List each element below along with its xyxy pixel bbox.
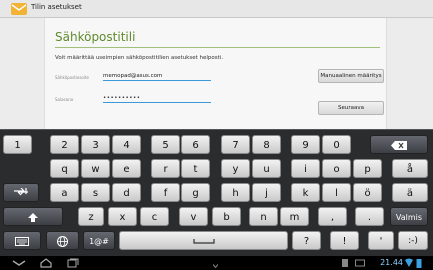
key-period[interactable]: .: [355, 207, 384, 226]
clock-time: 21.44: [380, 258, 403, 267]
backspace-key[interactable]: [370, 135, 428, 154]
password-field[interactable]: ••••••••••: [103, 93, 211, 103]
keyboard-status-icon: [355, 259, 365, 267]
action-bar: Tilin asetukset: [0, 0, 433, 18]
key-c[interactable]: c: [140, 207, 169, 226]
globe-icon: [57, 235, 68, 247]
recent-apps-icon[interactable]: [67, 258, 79, 268]
key-d[interactable]: d: [112, 183, 141, 202]
key-q[interactable]: q: [50, 159, 79, 178]
key-exclaim[interactable]: !: [330, 231, 359, 250]
key-7[interactable]: 7: [221, 135, 250, 154]
key-v[interactable]: v: [179, 207, 208, 226]
email-field[interactable]: memopad@asus.com: [103, 71, 211, 81]
keyboard-row-qwerty: q w e r t y u i o p å: [0, 159, 433, 179]
account-setup-panel: Sähköpostitili Voit määrittää useimpien …: [44, 18, 387, 129]
shift-key[interactable]: [3, 207, 63, 226]
smiley-key[interactable]: :-): [398, 231, 428, 250]
key-b[interactable]: b: [212, 207, 241, 226]
key-u[interactable]: u: [252, 159, 281, 178]
key-comma[interactable]: ,: [318, 207, 347, 226]
next-button[interactable]: Seuraava: [318, 101, 384, 115]
key-apostrophe[interactable]: ': [368, 231, 394, 250]
title-divider: [55, 47, 380, 48]
key-i[interactable]: i: [291, 159, 320, 178]
window-title: Tilin asetukset: [31, 3, 82, 11]
key-j[interactable]: j: [252, 183, 281, 202]
wifi-icon: [405, 258, 413, 267]
key-4[interactable]: 4: [112, 135, 141, 154]
key-1[interactable]: 1: [3, 135, 32, 154]
key-r[interactable]: r: [151, 159, 180, 178]
email-app-icon: [11, 3, 27, 15]
keyboard-row-numbers: 1 2 3 4 5 6 7 8 9 0: [0, 135, 433, 155]
key-a-ring[interactable]: å: [392, 159, 428, 178]
key-2[interactable]: 2: [50, 135, 79, 154]
key-9[interactable]: 9: [291, 135, 320, 154]
keyboard-row-zxcv: z x c v b n m , . Valmis: [0, 207, 433, 227]
tab-key[interactable]: [3, 183, 39, 202]
key-s[interactable]: s: [81, 183, 110, 202]
password-label: Salasana: [55, 97, 74, 102]
language-key[interactable]: [46, 231, 79, 250]
key-h[interactable]: h: [221, 183, 250, 202]
key-0[interactable]: 0: [322, 135, 351, 154]
battery-icon: [416, 259, 422, 268]
shift-arrow-icon: [28, 212, 38, 222]
key-x[interactable]: x: [108, 207, 137, 226]
done-key[interactable]: Valmis: [390, 207, 428, 226]
space-key[interactable]: [119, 231, 288, 250]
page-title: Sähköpostitili: [55, 30, 136, 44]
back-chevron-icon[interactable]: [12, 258, 26, 268]
setup-description: Voit määrittää useimpien sähköpostitilie…: [55, 55, 224, 61]
key-3[interactable]: 3: [81, 135, 110, 154]
key-p[interactable]: p: [353, 159, 382, 178]
key-6[interactable]: 6: [181, 135, 210, 154]
symbols-key[interactable]: 1@#: [83, 231, 115, 250]
key-l[interactable]: l: [322, 183, 351, 202]
key-f[interactable]: f: [151, 183, 180, 202]
key-5[interactable]: 5: [151, 135, 180, 154]
notification-icon: [342, 259, 348, 267]
key-n[interactable]: n: [249, 207, 278, 226]
keyboard-row-asdf: a s d f g h j k l ö ä: [0, 183, 433, 203]
keyboard-row-bottom: 1@# ? ! ' :-): [0, 231, 433, 251]
key-question[interactable]: ?: [292, 231, 321, 250]
email-label: Sähköpostiosoite: [55, 75, 90, 80]
key-t[interactable]: t: [181, 159, 210, 178]
key-w[interactable]: w: [81, 159, 110, 178]
manual-setup-button[interactable]: Manuaalinen määritys: [318, 69, 384, 83]
content-area: Sähköpostitili Voit määrittää useimpien …: [0, 18, 433, 129]
key-a-umlaut[interactable]: ä: [392, 183, 428, 202]
key-m[interactable]: m: [280, 207, 309, 226]
backspace-icon: [391, 140, 407, 150]
space-bar-icon: [192, 239, 215, 244]
key-8[interactable]: 8: [252, 135, 281, 154]
key-a[interactable]: a: [50, 183, 79, 202]
keyboard-icon: [15, 236, 29, 246]
keyboard-indicator-icon: [213, 264, 218, 269]
onscreen-keyboard: 1 2 3 4 5 6 7 8 9 0 q w e r t y u i o p …: [0, 129, 433, 256]
key-o-umlaut[interactable]: ö: [353, 183, 382, 202]
system-nav-bar: 21.44: [0, 256, 433, 270]
key-g[interactable]: g: [181, 183, 210, 202]
key-z[interactable]: z: [78, 207, 104, 226]
key-y[interactable]: y: [221, 159, 250, 178]
key-k[interactable]: k: [291, 183, 320, 202]
key-e[interactable]: e: [112, 159, 141, 178]
key-o[interactable]: o: [322, 159, 351, 178]
tab-icon: [14, 187, 28, 196]
home-icon[interactable]: [40, 258, 52, 268]
keyboard-settings-key[interactable]: [3, 231, 41, 250]
